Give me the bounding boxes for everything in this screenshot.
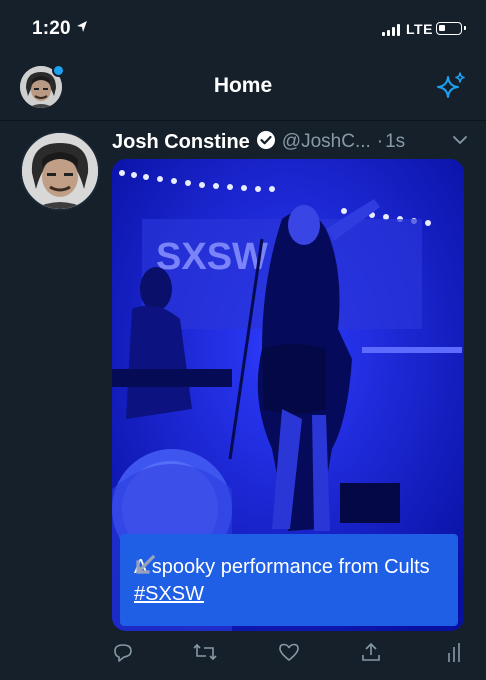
- tweet-author-avatar[interactable]: [20, 131, 100, 211]
- tweet-media[interactable]: SXSW A spooky performance from Cults #SX…: [112, 159, 464, 631]
- tweet-actions: [0, 641, 486, 677]
- author-name[interactable]: Josh Constine: [112, 131, 250, 154]
- retweet-icon[interactable]: [192, 641, 218, 668]
- like-icon[interactable]: [278, 641, 300, 668]
- banner-text: SXSW: [156, 236, 268, 278]
- author-handle[interactable]: @JoshC...: [282, 131, 371, 153]
- chevron-down-icon[interactable]: [452, 133, 468, 151]
- tweet-card[interactable]: Josh Constine @JoshC... · 1s SXSW A spoo…: [0, 121, 486, 680]
- page-title: Home: [213, 74, 273, 97]
- analytics-icon[interactable]: [446, 641, 462, 668]
- verified-badge-icon: [256, 130, 276, 155]
- status-bar: 1:20 LTE: [0, 0, 486, 60]
- share-icon[interactable]: [360, 641, 382, 668]
- location-arrow-icon: [76, 20, 88, 39]
- caption-text: A spooky performance from Cults: [134, 556, 430, 578]
- battery-icon: [436, 22, 466, 35]
- tweet-caption: A spooky performance from Cults #SXSW: [134, 554, 446, 608]
- hashtag-link[interactable]: #SXSW: [134, 583, 204, 605]
- reply-icon[interactable]: [112, 641, 134, 668]
- tweet-timestamp: 1s: [385, 131, 406, 152]
- notification-dot: [52, 64, 65, 77]
- status-time: 1:20: [32, 18, 71, 39]
- meta-separator: ·: [376, 131, 384, 152]
- cellular-signal-icon: [382, 24, 400, 36]
- sparkle-icon[interactable]: [434, 70, 468, 109]
- tweet-header: Josh Constine @JoshC... · 1s: [112, 129, 405, 155]
- caption-overlay: A spooky performance from Cults #SXSW: [120, 534, 458, 626]
- network-type: LTE: [406, 21, 433, 37]
- top-nav-bar: Home: [0, 60, 486, 121]
